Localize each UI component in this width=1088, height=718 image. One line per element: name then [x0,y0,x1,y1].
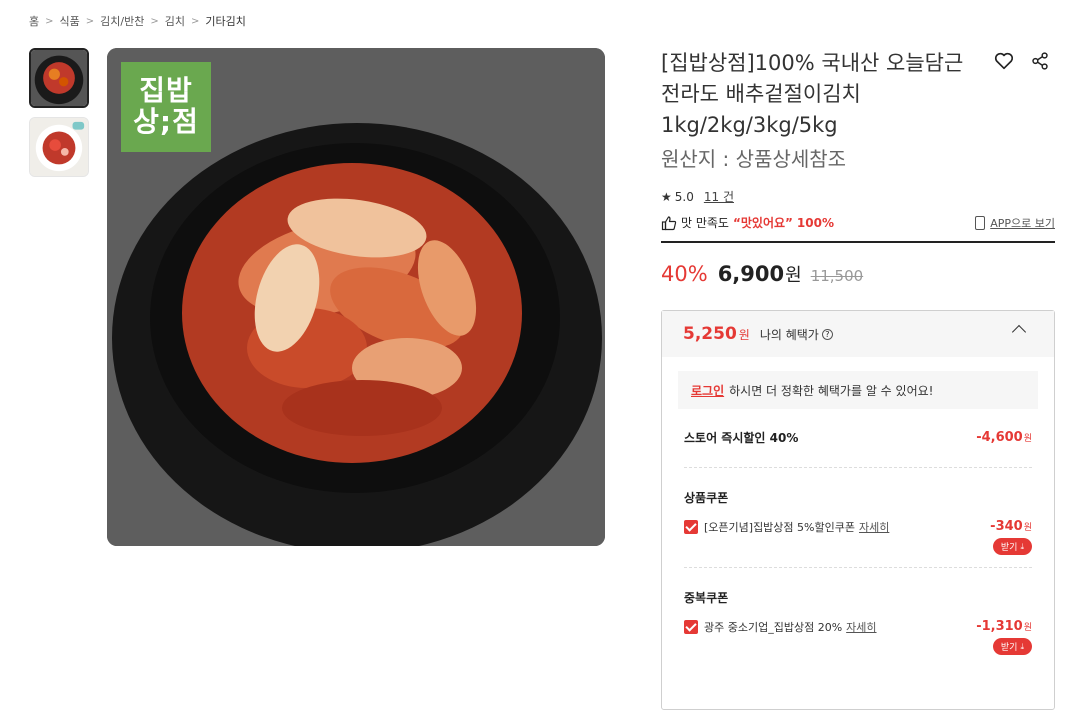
chevron-right-icon: > [45,15,54,27]
dup-coupon-value: -1,310 [976,619,1023,634]
rating-row: ★ 5.0 11 건 [661,188,1055,205]
satisfaction-label: 맛 만족도 [681,216,729,230]
product-coupon-amount: -340원 [990,519,1032,534]
heart-icon[interactable] [993,50,1015,72]
login-notice: 로그인 하시면 더 정확한 혜택가를 알 수 있어요! [678,371,1038,409]
sale-price-unit: 원 [785,265,802,286]
product-origin: 원산지 : 상품상세참조 [661,147,847,171]
store-discount-unit: 원 [1023,434,1032,444]
store-discount-amount: -4,600원 [976,430,1032,445]
store-discount-label: 스토어 즉시할인 40% [684,431,799,445]
thumbnail-list [29,48,89,186]
chevron-right-icon: > [150,15,159,27]
dup-coupon-row: 광주 중소기업_집밥상점 20% 자세히 -1,310원 받기 ⤓ [662,619,1054,655]
login-link[interactable]: 로그인 [691,382,724,399]
divider [684,467,1032,468]
brand-logo-line2: 상;점 [133,105,199,138]
download-icon: ⤓ [1020,541,1024,551]
breadcrumb: 홈 > 식품 > 김치/반찬 > 김치 > 기타김치 [29,13,246,29]
breadcrumb-other-kimchi[interactable]: 기타김치 [205,13,245,29]
product-coupon-get-button[interactable]: 받기 ⤓ [992,538,1032,555]
breadcrumb-food[interactable]: 식품 [60,13,80,29]
action-icons [993,50,1051,72]
help-icon[interactable]: ? [821,328,833,340]
sale-price: 6,900 [717,262,785,286]
get-button-label: 받기 [1000,643,1018,653]
benefit-header[interactable]: 5,250 원 나의 혜택가 ? [662,311,1054,357]
price-row: 40% 6,900 원 11,500 [661,261,1055,287]
dup-coupon-unit: 원 [1023,623,1032,633]
dup-coupon-label: 광주 중소기업_집밥상점 20% [704,621,843,634]
review-count-link[interactable]: 11 건 [704,188,734,205]
breadcrumb-kimchi[interactable]: 김치 [165,13,185,29]
store-discount-row: 스토어 즉시할인 40% -4,600원 [662,429,1054,446]
product-coupon-row: [오픈기념]집밥상점 5%할인쿠폰 자세히 -340원 받기 ⤓ [662,519,1054,555]
product-main-image: 집밥 상;점 [107,48,605,546]
share-icon[interactable] [1029,50,1051,72]
chevron-right-icon: > [85,15,95,27]
chevron-up-icon[interactable] [1011,324,1027,340]
store-discount-value: -4,600 [976,430,1023,445]
get-button-label: 받기 [1000,543,1018,553]
product-coupon-label: [오픈기념]집밥상점 5%할인쿠폰 [704,521,855,534]
star-icon: ★ [661,189,672,204]
product-coupon-detail-link[interactable]: 자세히 [859,519,889,535]
thumbnail-2[interactable] [29,117,89,177]
dup-coupon-amount: -1,310원 [976,619,1032,634]
satisfaction-highlight: “맛있어요” [732,216,793,230]
login-notice-text: 하시면 더 정확한 혜택가를 알 수 있어요! [729,383,934,398]
product-coupon-unit: 원 [1023,523,1032,533]
breadcrumb-home[interactable]: 홈 [29,13,39,29]
brand-logo-line1: 집밥 [139,74,193,108]
app-view-label: APP으로 보기 [990,216,1055,230]
product-coupon-checkbox[interactable] [684,520,698,534]
thumbnail-1[interactable] [29,48,89,108]
dup-coupon-get-button[interactable]: 받기 ⤓ [992,638,1032,655]
original-price: 11,500 [810,267,864,285]
download-icon: ⤓ [1020,641,1024,651]
phone-icon [975,215,986,230]
rating-value: 5.0 [674,189,694,204]
app-view-link[interactable]: APP으로 보기 [975,215,1055,231]
brand-logo: 집밥 상;점 [121,62,211,152]
product-coupon-title: 상품쿠폰 [684,491,729,505]
benefit-panel: 5,250 원 나의 혜택가 ? 로그인 하시면 더 정확한 혜택가를 알 수 … [661,310,1055,710]
dup-coupon-title: 중복쿠폰 [684,591,729,605]
discount-rate: 40% [661,262,708,286]
satisfaction-row: 맛 만족도 “맛있어요” 100% APP으로 보기 [661,214,1055,231]
divider [684,567,1032,568]
benefit-price: 5,250 [683,324,737,344]
benefit-price-unit: 원 [738,327,750,342]
breadcrumb-kimchi-sides[interactable]: 김치/반찬 [100,13,144,29]
thumbs-up-icon [661,215,677,230]
benefit-label: 나의 혜택가 [759,327,819,342]
product-coupon-value: -340 [990,519,1023,534]
dup-coupon-detail-link[interactable]: 자세히 [846,619,876,635]
product-info: [집밥상점]100% 국내산 오늘담근 전라도 배추겉절이김치 1kg/2kg/… [661,48,1055,287]
satisfaction-percent: 100% [796,215,834,230]
dup-coupon-checkbox[interactable] [684,620,698,634]
chevron-right-icon: > [190,15,200,27]
product-title: [집밥상점]100% 국내산 오늘담근 전라도 배추겉절이김치 1kg/2kg/… [661,51,964,137]
divider [661,241,1055,243]
